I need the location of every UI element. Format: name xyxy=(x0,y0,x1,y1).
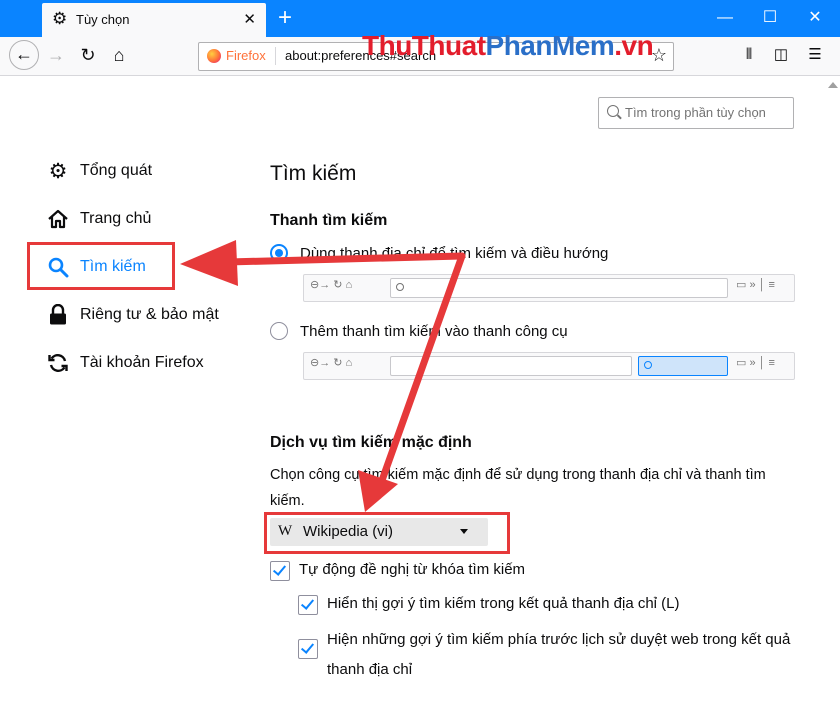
home-button[interactable]: ⌂ xyxy=(105,41,133,69)
category-general[interactable]: ⚙ Tổng quát xyxy=(46,156,152,186)
preview-searchbar xyxy=(638,356,728,376)
back-button[interactable]: ← xyxy=(9,40,39,70)
radio-unselected[interactable] xyxy=(270,322,288,340)
annotation-box-search-category xyxy=(27,242,175,290)
urlbar-preview-image: ⊖→ ↻ ⌂ ▭ » │ ≡ xyxy=(303,274,795,302)
home-icon xyxy=(46,207,70,231)
scrollbar[interactable] xyxy=(826,76,840,710)
category-label: Trang chủ xyxy=(80,210,152,227)
sidebar-icon[interactable]: ◫ xyxy=(768,42,794,68)
suggest-checkbox-row[interactable]: Tự động đề nghị từ khóa tìm kiếm xyxy=(270,557,525,583)
category-home[interactable]: Trang chủ xyxy=(46,204,151,234)
gear-icon: ⚙ xyxy=(52,9,68,28)
preview-toolbar-icons: ▭ » │ ≡ xyxy=(736,357,775,369)
category-privacy[interactable]: Riêng tư & bảo mật xyxy=(46,300,219,330)
new-tab-button[interactable]: + xyxy=(272,4,298,32)
search-icon xyxy=(396,283,404,291)
checkbox-label: Tự động đề nghị từ khóa tìm kiếm xyxy=(299,561,526,578)
category-firefox-account[interactable]: Tài khoản Firefox xyxy=(46,348,204,378)
checkbox-label: Hiện những gợi ý tìm kiếm phía trước lịc… xyxy=(327,631,791,678)
option-label: Thêm thanh tìm kiếm vào thanh công cụ xyxy=(300,322,568,340)
identity-label: Firefox xyxy=(226,48,266,63)
option-urlbar-search[interactable]: Dùng thanh địa chỉ để tìm kiếm và điều h… xyxy=(270,244,608,262)
menu-icon[interactable]: ☰ xyxy=(802,42,828,68)
forward-button[interactable]: → xyxy=(42,41,70,69)
url-separator xyxy=(275,47,276,65)
default-engine-description: Chọn công cụ tìm kiếm mặc định để sử dụn… xyxy=(270,467,766,509)
suggest-urlbar-checkbox-row[interactable]: Hiển thị gợi ý tìm kiếm trong kết quả th… xyxy=(298,591,680,617)
suggest-urlbar-checkbox[interactable] xyxy=(298,595,318,615)
close-tab-icon[interactable]: ✕ xyxy=(243,10,256,28)
tab-title: Tùy chọn xyxy=(76,12,130,27)
watermark: ThuThuatPhanMem.vn xyxy=(362,30,654,61)
minimize-button[interactable]: — xyxy=(705,6,745,30)
preview-nav-icons: ⊖→ ↻ ⌂ xyxy=(310,279,353,291)
search-icon xyxy=(644,361,652,369)
tab-preferences[interactable]: ⚙ Tùy chọn ✕ xyxy=(42,3,266,37)
gear-icon: ⚙ xyxy=(48,159,68,183)
radio-selected[interactable] xyxy=(270,244,288,262)
searchbar-preview-image: ⊖→ ↻ ⌂ ▭ » │ ≡ xyxy=(303,352,795,380)
option-label: Dùng thanh địa chỉ để tìm kiếm và điều h… xyxy=(300,244,609,262)
search-placeholder: Tìm trong phần tùy chọn xyxy=(625,105,766,120)
annotation-box-engine xyxy=(264,512,510,554)
preview-urlbar xyxy=(390,356,632,376)
preview-nav-icons: ⊖→ ↻ ⌂ xyxy=(310,357,353,369)
scroll-up-arrow[interactable] xyxy=(828,82,838,88)
default-engine-heading: Dịch vụ tìm kiếm mặc định xyxy=(270,434,472,451)
category-label: Tổng quát xyxy=(80,162,153,179)
close-window-button[interactable]: ✕ xyxy=(795,6,835,30)
search-icon xyxy=(607,105,619,117)
maximize-button[interactable]: ☐ xyxy=(750,6,790,30)
category-label: Riêng tư & bảo mật xyxy=(80,306,219,323)
category-label: Tài khoản Firefox xyxy=(80,354,204,371)
suggest-history-checkbox-row[interactable]: Hiện những gợi ý tìm kiếm phía trước lịc… xyxy=(298,625,798,685)
sync-icon xyxy=(46,351,70,375)
bookmark-star-icon[interactable]: ☆ xyxy=(651,45,667,66)
checkbox-label: Hiển thị gợi ý tìm kiếm trong kết quả th… xyxy=(327,595,680,612)
reload-button[interactable]: ↻ xyxy=(74,41,102,69)
suggest-history-checkbox[interactable] xyxy=(298,639,318,659)
option-add-searchbar[interactable]: Thêm thanh tìm kiếm vào thanh công cụ xyxy=(270,322,568,340)
library-icon[interactable]: ⫴ xyxy=(736,42,762,68)
preferences-search-input[interactable]: Tìm trong phần tùy chọn xyxy=(598,97,794,129)
preview-urlbar xyxy=(390,278,728,298)
suggest-checkbox[interactable] xyxy=(270,561,290,581)
preview-toolbar-icons: ▭ » │ ≡ xyxy=(736,279,775,291)
lock-icon xyxy=(46,303,70,327)
page-title: Tìm kiếm xyxy=(270,162,357,185)
firefox-logo-icon xyxy=(207,49,221,63)
searchbar-heading: Thanh tìm kiếm xyxy=(270,212,388,229)
